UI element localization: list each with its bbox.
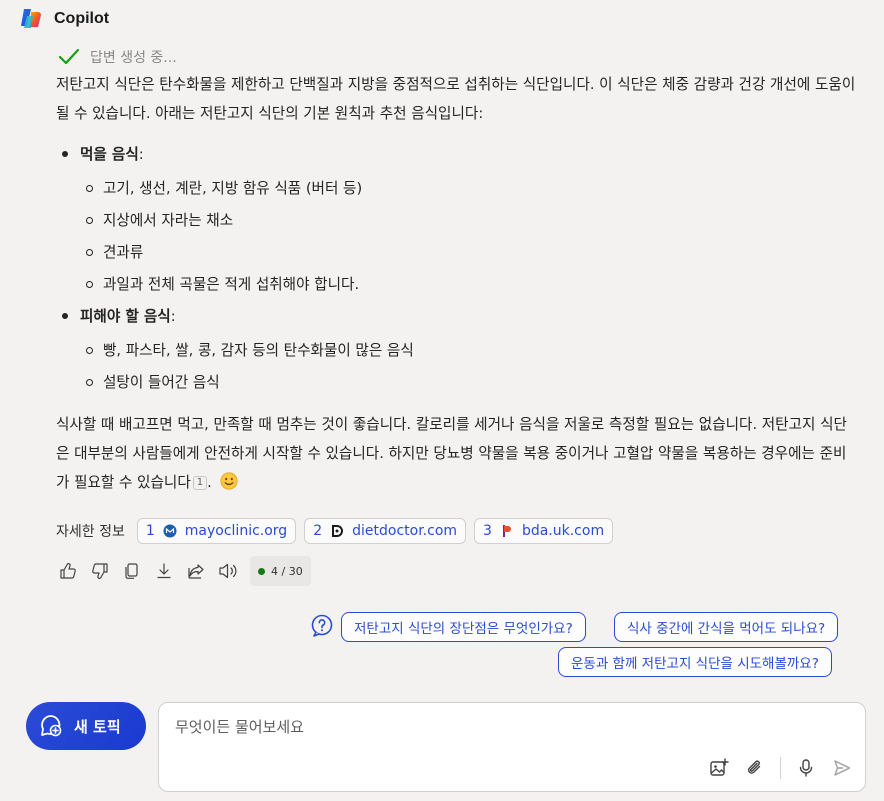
suggestion-chip[interactable]: 식사 중간에 간식을 먹어도 되나요? bbox=[614, 612, 839, 642]
list-item: 과일과 전체 곡물은 적게 섭취해야 합니다. bbox=[86, 268, 856, 300]
section-colon: : bbox=[170, 307, 176, 325]
sub-list: 고기, 생선, 계란, 지방 함유 식품 (버터 등) 지상에서 자라는 채소 … bbox=[56, 172, 856, 300]
turn-counter: 4 / 30 bbox=[250, 556, 311, 586]
suggestion-chip[interactable]: 저탄고지 식단의 장단점은 무엇인가요? bbox=[341, 612, 586, 642]
app-header: Copilot bbox=[18, 6, 109, 32]
list-item-text: 고기, 생선, 계란, 지방 함유 식품 (버터 등) bbox=[103, 179, 363, 197]
message-actions: 4 / 30 bbox=[58, 556, 311, 586]
add-image-icon[interactable] bbox=[708, 757, 730, 779]
source-domain: mayoclinic.org bbox=[184, 523, 288, 539]
closing-period: . bbox=[207, 474, 212, 491]
status-text: 답변 생성 중... bbox=[90, 50, 177, 66]
foods-to-avoid-section: 피해야 할 음식: 빵, 파스타, 쌀, 콩, 감자 등의 탄수화물이 많은 음… bbox=[56, 302, 856, 398]
sub-list: 빵, 파스타, 쌀, 콩, 감자 등의 탄수화물이 많은 음식 설탕이 들어간 … bbox=[56, 334, 856, 398]
list-item-text: 견과류 bbox=[103, 243, 144, 261]
new-topic-button[interactable]: 새 토픽 bbox=[26, 702, 146, 750]
section-title: 먹을 음식 bbox=[80, 145, 139, 163]
copilot-logo-icon bbox=[21, 9, 41, 28]
new-topic-label: 새 토픽 bbox=[74, 717, 121, 736]
toolbar-divider bbox=[780, 757, 781, 779]
list-item: 지상에서 자라는 채소 bbox=[86, 204, 856, 236]
bullet-ring bbox=[86, 378, 93, 386]
question-help-icon bbox=[311, 614, 333, 637]
bullet-dot bbox=[62, 313, 68, 319]
list-item: 피해야 할 음식: bbox=[56, 302, 856, 330]
bullet-ring bbox=[86, 216, 93, 224]
section-title: 피해야 할 음식 bbox=[80, 307, 171, 325]
chat-input[interactable] bbox=[175, 715, 735, 739]
chat-composer bbox=[158, 702, 866, 792]
bullet-ring bbox=[86, 248, 93, 256]
attach-icon[interactable] bbox=[744, 757, 766, 779]
foods-to-eat-section: 먹을 음식: 고기, 생선, 계란, 지방 함유 식품 (버터 등) 지상에서 … bbox=[56, 140, 856, 300]
thumbs-up-icon[interactable] bbox=[58, 559, 78, 583]
app-title: Copilot bbox=[54, 10, 110, 27]
bullet-dot bbox=[62, 151, 68, 157]
read-aloud-icon[interactable] bbox=[218, 559, 238, 583]
bullet-ring bbox=[86, 346, 93, 354]
list-item: 견과류 bbox=[86, 236, 856, 268]
thumbs-down-icon[interactable] bbox=[90, 559, 110, 583]
new-chat-icon bbox=[41, 715, 62, 737]
share-icon[interactable] bbox=[186, 559, 206, 583]
assistant-message: 저탄고지 식단은 탄수화물을 제한하고 단백질과 지방을 중점적으로 섭취하는 … bbox=[56, 70, 856, 500]
check-icon bbox=[58, 48, 80, 65]
send-icon[interactable] bbox=[831, 757, 853, 779]
list-item: 고기, 생선, 계란, 지방 함유 식품 (버터 등) bbox=[86, 172, 856, 204]
list-item: 빵, 파스타, 쌀, 콩, 감자 등의 탄수화물이 많은 음식 bbox=[86, 334, 856, 366]
source-domain: bda.uk.com bbox=[521, 523, 605, 539]
mayoclinic-icon bbox=[163, 524, 177, 538]
list-item-text: 설탕이 들어간 음식 bbox=[103, 373, 220, 391]
source-number: 3 bbox=[483, 523, 492, 539]
generation-status: 답변 생성 중... bbox=[58, 46, 177, 68]
section-colon: : bbox=[138, 145, 144, 163]
turn-counter-text: 4 / 30 bbox=[271, 564, 303, 578]
source-domain: dietdoctor.com bbox=[352, 523, 458, 539]
message-intro: 저탄고지 식단은 탄수화물을 제한하고 단백질과 지방을 중점적으로 섭취하는 … bbox=[56, 76, 856, 122]
source-link-dietdoctor[interactable]: 2 dietdoctor.com bbox=[304, 518, 467, 544]
source-number: 1 bbox=[145, 523, 155, 539]
copy-icon[interactable] bbox=[122, 559, 142, 583]
message-closing: 식사할 때 배고프면 먹고, 만족할 때 멈추는 것이 좋습니다. 칼로리를 세… bbox=[56, 410, 856, 500]
bullet-ring bbox=[86, 184, 93, 192]
copilot-app: Copilot 답변 생성 중... 저탄고지 식단은 탄수화물을 제한하고 단… bbox=[0, 0, 884, 801]
dietdoctor-icon bbox=[330, 524, 344, 538]
bda-icon bbox=[500, 524, 514, 538]
list-item-text: 지상에서 자라는 채소 bbox=[103, 211, 234, 229]
download-icon[interactable] bbox=[154, 559, 174, 583]
list-item: 먹을 음식: bbox=[56, 140, 856, 168]
list-item-text: 과일과 전체 곡물은 적게 섭취해야 합니다. bbox=[103, 275, 360, 293]
list-item-text: 빵, 파스타, 쌀, 콩, 감자 등의 탄수화물이 많은 음식 bbox=[103, 341, 414, 359]
sources-label: 자세한 정보 bbox=[56, 524, 125, 540]
list-item: 설탕이 들어간 음식 bbox=[86, 366, 856, 398]
closing-text: 식사할 때 배고프면 먹고, 만족할 때 멈추는 것이 좋습니다. 칼로리를 세… bbox=[56, 416, 847, 491]
source-link-bda[interactable]: 3 bda.uk.com bbox=[474, 518, 614, 544]
smile-emoji-icon bbox=[220, 471, 238, 500]
composer-tools bbox=[708, 757, 853, 779]
sources-bar: 자세한 정보 1 mayoclinic.org 2 dietdoctor.com… bbox=[56, 518, 614, 544]
status-dot bbox=[258, 567, 265, 575]
bullet-ring bbox=[86, 280, 93, 288]
suggestion-chip[interactable]: 운동과 함께 저탄고지 식단을 시도해볼까요? bbox=[558, 647, 832, 677]
microphone-icon[interactable] bbox=[795, 757, 817, 779]
source-number: 2 bbox=[313, 523, 323, 539]
source-link-mayoclinic[interactable]: 1 mayoclinic.org bbox=[136, 518, 297, 544]
citation-link[interactable]: 1 bbox=[192, 476, 208, 490]
